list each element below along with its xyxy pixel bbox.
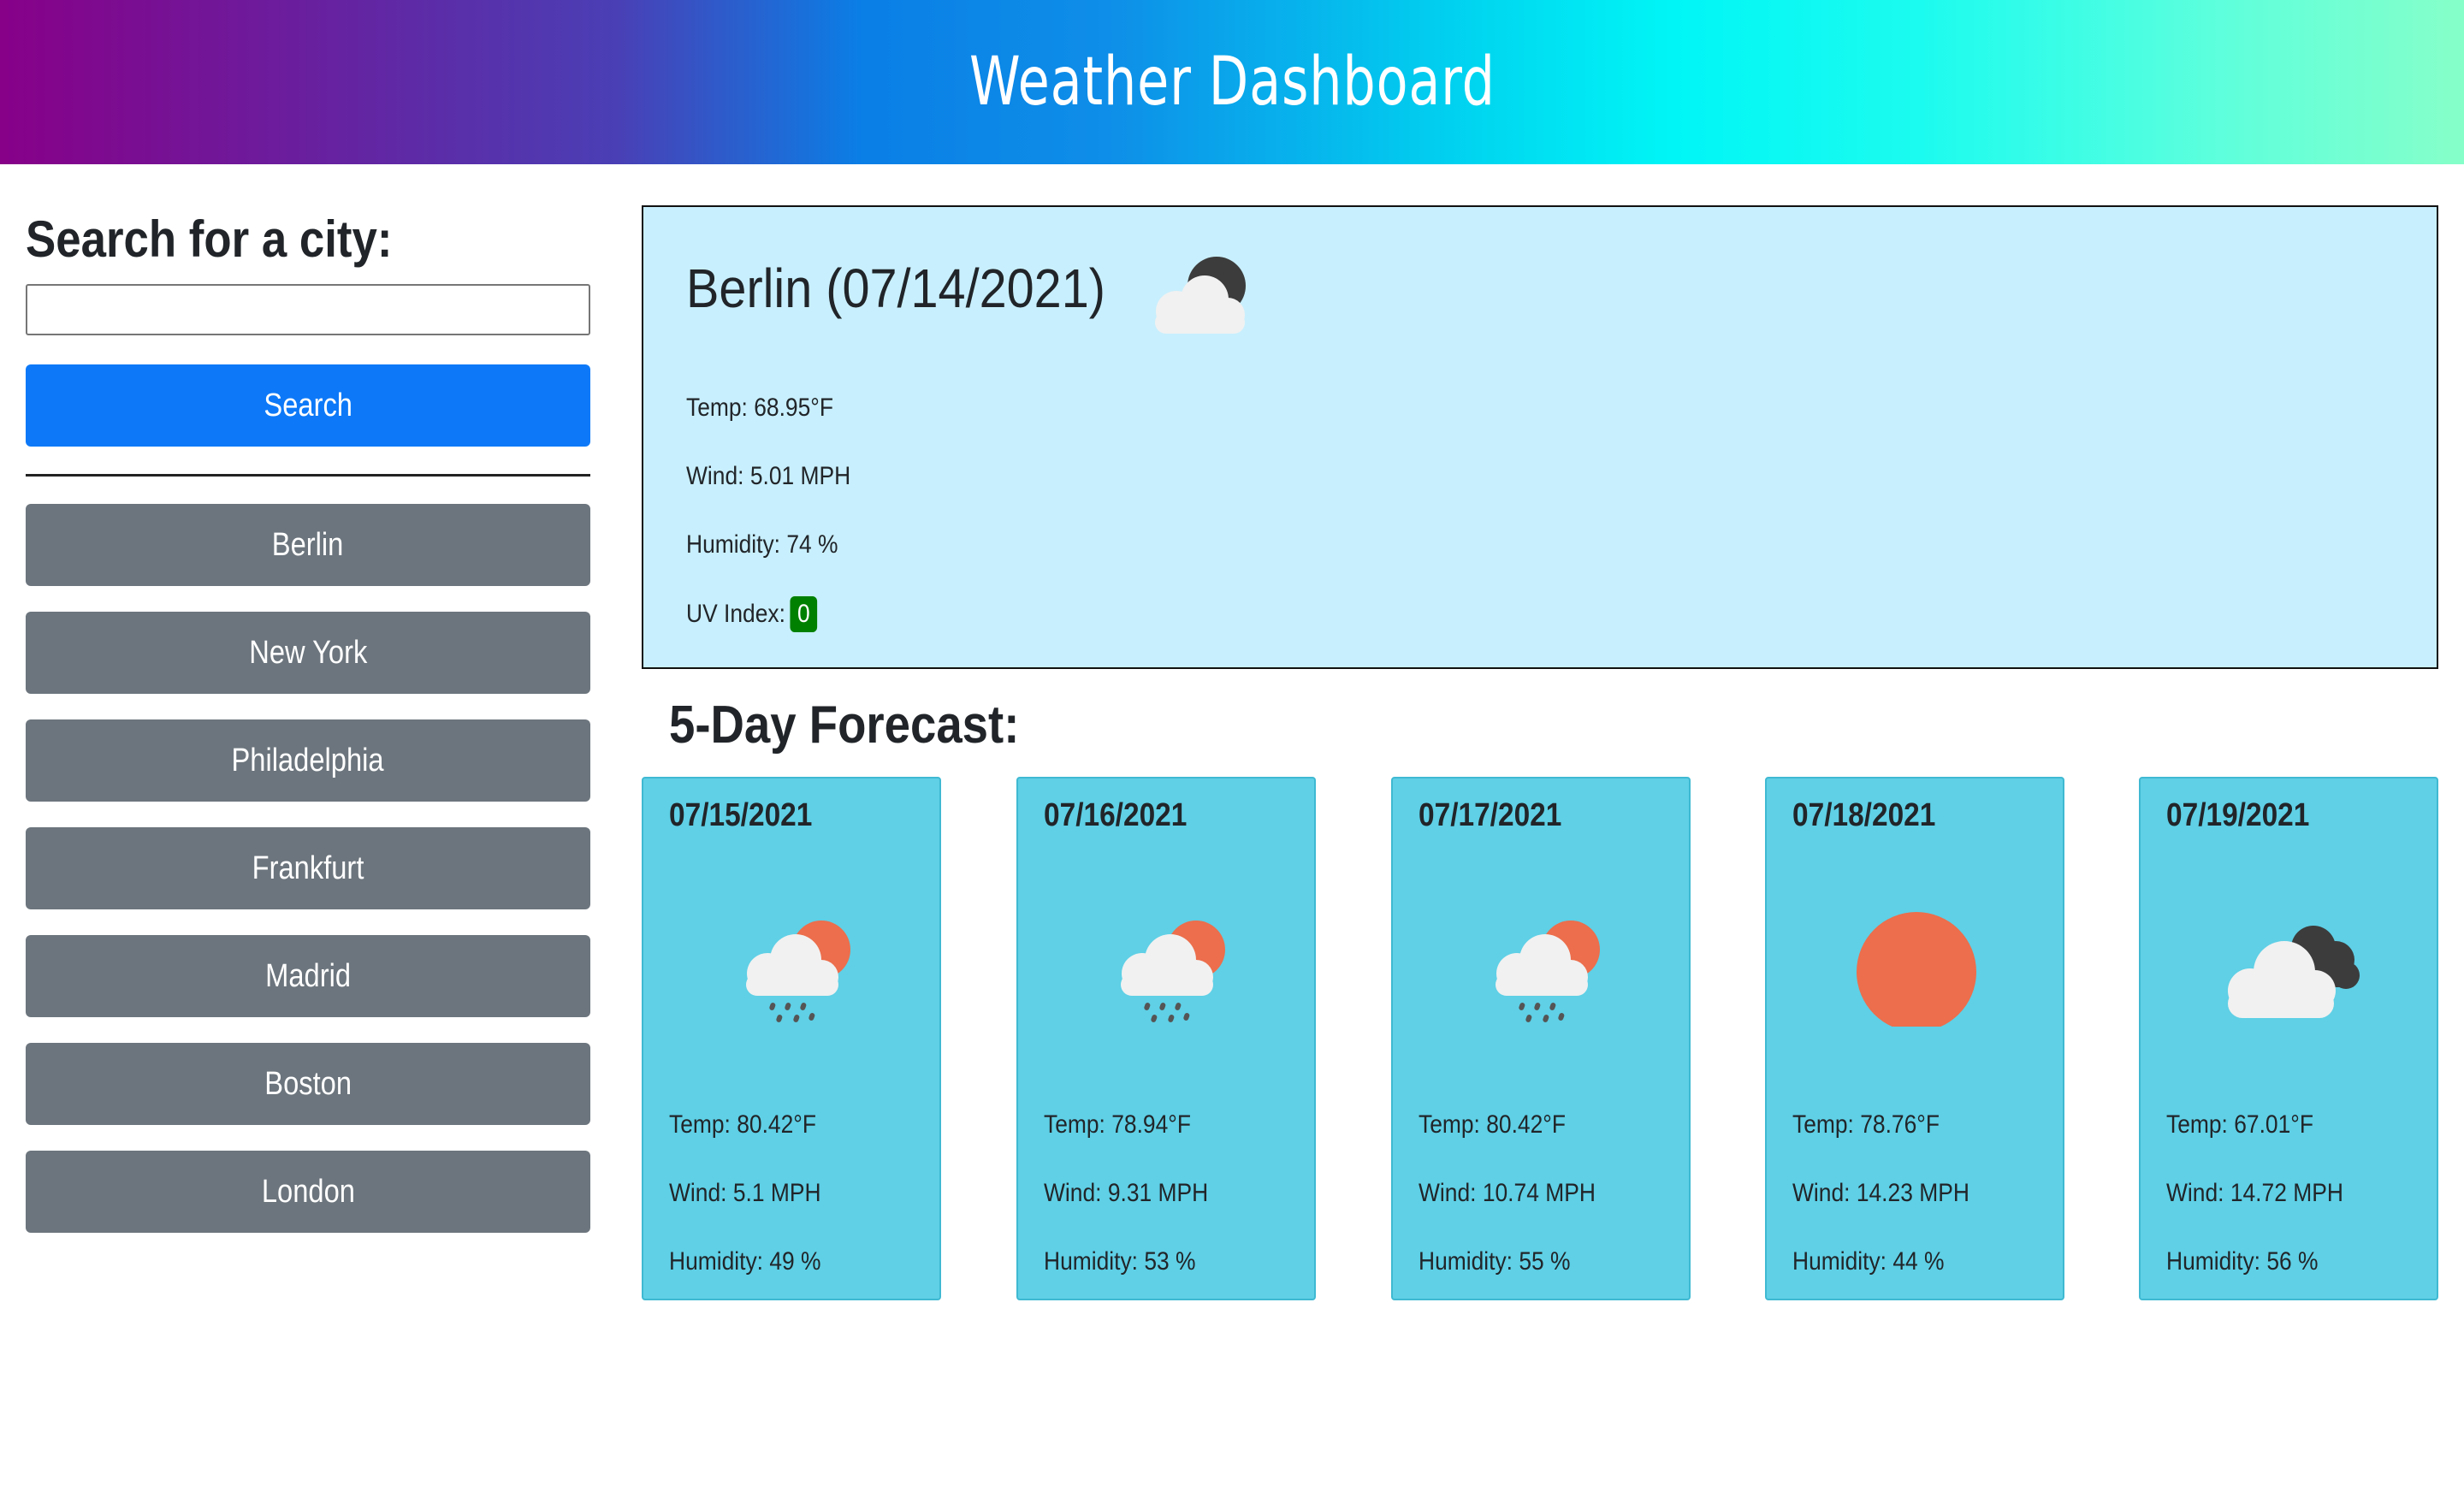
forecast-temp: Temp: 67.01°F [2166,1110,2313,1139]
forecast-temp: Temp: 80.42°F [669,1110,816,1139]
divider [26,474,590,477]
forecast-card: 07/15/2021 Temp: 80.42°F Wind: 5.1 MPH H… [642,777,941,1300]
history-button-label: London [261,1173,355,1210]
forecast-humidity: Humidity: 55 % [1419,1247,1571,1276]
forecast-card: 07/17/2021 Temp: 80.42°F Wind: 10.74 MPH… [1391,777,1691,1300]
rain-sun-icon [1121,921,1225,1022]
forecast-date: 07/18/2021 [1792,797,1936,833]
forecast-title: 5-Day Forecast: [669,696,1020,755]
forecast-temp: Temp: 78.94°F [1044,1110,1191,1139]
forecast-humidity: Humidity: 56 % [2166,1247,2319,1276]
forecast-wind: Wind: 5.1 MPH [669,1179,821,1207]
history-button-london[interactable]: London [26,1151,590,1233]
uv-index-badge: 0 [790,596,818,632]
forecast-temp: Temp: 80.42°F [1419,1110,1566,1139]
current-wind: Wind: 5.01 MPH [686,462,851,490]
forecast-date: 07/17/2021 [1419,797,1562,833]
page-title: Weather Dashboard [968,44,1496,121]
uv-index-label: UV Index: [686,600,785,628]
forecast-card: 07/19/2021 Temp: 67.01°F Wind: 14.72 MPH… [2139,777,2438,1300]
forecast-card: 07/16/2021 Temp: 78.94°F Wind: 9.31 MPH … [1016,777,1316,1300]
forecast-humidity: Humidity: 44 % [1792,1247,1945,1276]
forecast-date: 07/15/2021 [669,797,813,833]
forecast-date: 07/19/2021 [2166,797,2310,833]
forecast-wind: Wind: 14.23 MPH [1792,1179,1969,1207]
forecast-wind: Wind: 9.31 MPH [1044,1179,1209,1207]
history-button-label: Berlin [272,526,344,563]
current-weather-panel: Berlin (07/14/2021) Temp: 68.95°F Wind: … [642,205,2438,669]
current-temp: Temp: 68.95°F [686,394,833,422]
history-button-philadelphia[interactable]: Philadelphia [26,719,590,802]
sidebar: Search for a city: Search Berlin New Yor… [26,197,590,1258]
rain-sun-icon [746,921,850,1022]
forecast-card: 07/18/2021 Temp: 78.76°F Wind: 14.23 MPH… [1765,777,2064,1300]
forecast-wind: Wind: 10.74 MPH [1419,1179,1596,1207]
history-button-label: Madrid [265,957,351,994]
history-button-label: Boston [264,1065,352,1102]
search-history-list: Berlin New York Philadelphia Frankfurt M… [26,504,590,1233]
history-button-madrid[interactable]: Madrid [26,935,590,1017]
app-header: Weather Dashboard [0,0,2464,164]
history-button-new-york[interactable]: New York [26,612,590,694]
history-button-berlin[interactable]: Berlin [26,504,590,586]
history-button-frankfurt[interactable]: Frankfurt [26,827,590,909]
current-humidity: Humidity: 74 % [686,530,838,559]
forecast-date: 07/16/2021 [1044,797,1188,833]
search-button-label: Search [264,387,352,423]
city-search-input[interactable] [26,284,590,335]
search-button[interactable]: Search [26,364,590,447]
forecast-humidity: Humidity: 49 % [669,1247,821,1276]
forecast-humidity: Humidity: 53 % [1044,1247,1196,1276]
partly-cloudy-night-icon [1155,257,1246,334]
current-uv-row: UV Index: 0 [686,596,818,632]
rain-sun-icon [1496,921,1600,1022]
history-button-label: Philadelphia [231,742,385,779]
history-button-label: New York [248,634,368,671]
forecast-wind: Wind: 14.72 MPH [2166,1179,2343,1207]
sun-icon [1857,912,1976,1027]
history-button-boston[interactable]: Boston [26,1043,590,1125]
history-button-label: Frankfurt [252,850,364,886]
forecast-temp: Temp: 78.76°F [1792,1110,1940,1139]
overcast-clouds-icon [2228,926,2360,1018]
search-label: Search for a city: [26,210,393,268]
current-city-title: Berlin (07/14/2021) [686,258,1105,319]
